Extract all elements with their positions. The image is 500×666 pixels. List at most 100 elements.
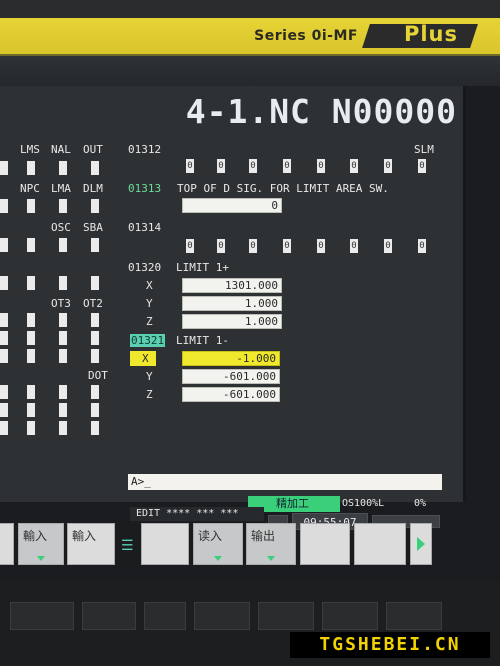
watermark: TGSHEBEI.CN xyxy=(290,632,490,658)
softkey-indicator xyxy=(214,556,222,561)
cnc-screen: 4-1.NC N00000 LMS NAL OUT NPC LMA DLM OS… xyxy=(0,86,466,502)
softkey-next[interactable] xyxy=(410,523,432,565)
bit-cell xyxy=(59,199,67,213)
softkey-input-1[interactable]: 輸入 xyxy=(18,523,64,565)
bit-cell[interactable]: 0 xyxy=(186,239,194,253)
hardware-key xyxy=(322,602,378,630)
label-npc: NPC xyxy=(20,182,40,195)
value-field-01321-x[interactable]: -1.000 xyxy=(182,351,280,366)
bit-cell[interactable]: 0 xyxy=(217,159,225,173)
bit-cell xyxy=(91,313,99,327)
softkey-label: 读入 xyxy=(198,529,223,543)
bit-cell xyxy=(91,161,99,175)
label-osc: OSC xyxy=(51,221,71,234)
value-field-01321-y[interactable]: -601.000 xyxy=(182,369,280,384)
bit-cell xyxy=(91,421,99,435)
bit-cell[interactable]: 0 xyxy=(186,159,194,173)
bit-cell xyxy=(91,276,99,290)
hardware-key xyxy=(386,602,442,630)
hardware-key xyxy=(194,602,250,630)
softkey-blank[interactable] xyxy=(141,523,189,565)
top-bezel xyxy=(0,0,500,18)
param-number: 01312 xyxy=(128,143,162,156)
bit-cell xyxy=(59,238,67,252)
bit-cell xyxy=(27,385,35,399)
hardware-key xyxy=(10,602,74,630)
bit-cell xyxy=(0,199,8,213)
bit-cell xyxy=(59,161,67,175)
bit-cell xyxy=(0,403,8,417)
bit-cell xyxy=(0,385,8,399)
label-lma: LMA xyxy=(51,182,71,195)
softkey-blank[interactable] xyxy=(354,523,406,565)
bit-cell[interactable]: 0 xyxy=(384,159,392,173)
bit-cell xyxy=(91,349,99,363)
bit-cell xyxy=(0,161,8,175)
bit-cell[interactable]: 0 xyxy=(249,159,257,173)
axis-label: Z xyxy=(146,388,153,401)
bit-cell xyxy=(0,421,8,435)
bit-cell xyxy=(59,421,67,435)
bit-cell xyxy=(0,238,8,252)
bit-cell xyxy=(27,161,35,175)
bit-cell[interactable]: 0 xyxy=(317,159,325,173)
param-description: LIMIT 1+ xyxy=(176,261,229,274)
label-nal: NAL xyxy=(51,143,71,156)
axis-label: Y xyxy=(146,297,153,310)
bit-cell xyxy=(27,349,35,363)
bit-cell[interactable]: 0 xyxy=(283,159,291,173)
label-dlm: DLM xyxy=(83,182,103,195)
key-input-line[interactable]: A>_ xyxy=(128,474,442,490)
bit-cell xyxy=(0,349,8,363)
value-field-01320-x[interactable]: 1301.000 xyxy=(182,278,282,293)
edit-status: EDIT **** *** *** xyxy=(130,507,264,521)
axis-label: Z xyxy=(146,315,153,328)
series-bar: Series 0i-MF Plus xyxy=(0,18,500,56)
bit-cell xyxy=(0,331,8,345)
program-title: 4-1.NC N00000 xyxy=(185,92,457,131)
softkey-page-icon: ☰ xyxy=(121,538,134,554)
chevron-right-icon xyxy=(417,537,425,551)
softkey-indicator xyxy=(37,556,45,561)
bit-cell[interactable]: 0 xyxy=(384,239,392,253)
bit-cell[interactable]: 0 xyxy=(317,239,325,253)
bit-cell xyxy=(59,331,67,345)
bit-cell xyxy=(59,385,67,399)
bit-cell xyxy=(91,403,99,417)
bit-cell xyxy=(59,403,67,417)
bit-cell[interactable]: 0 xyxy=(283,239,291,253)
value-field-01313[interactable]: 0 xyxy=(182,198,282,213)
value-field-01320-z[interactable]: 1.000 xyxy=(182,314,282,329)
softkey-label: 輸入 xyxy=(23,529,48,543)
bit-cell xyxy=(27,276,35,290)
param-number: 01320 xyxy=(128,261,162,274)
param-number: 01314 xyxy=(128,221,162,234)
value-field-01321-z[interactable]: -601.000 xyxy=(182,387,280,402)
label-lms: LMS xyxy=(20,143,40,156)
bit-cell[interactable]: 0 xyxy=(350,239,358,253)
bit-cell xyxy=(27,238,35,252)
bit-cell xyxy=(0,276,8,290)
override-status: OS100%L xyxy=(342,498,385,509)
softkey-partial[interactable] xyxy=(0,523,14,565)
softkey-output[interactable]: 输出 xyxy=(246,523,296,565)
bit-cell[interactable]: 0 xyxy=(350,159,358,173)
softkey-blank[interactable] xyxy=(300,523,350,565)
bit-cell[interactable]: 0 xyxy=(418,239,426,253)
bit-cell xyxy=(27,199,35,213)
bit-cell xyxy=(59,349,67,363)
param-number-active: 01313 xyxy=(128,182,162,195)
hardware-key xyxy=(258,602,314,630)
label-sba: SBA xyxy=(83,221,103,234)
softkey-read[interactable]: 读入 xyxy=(193,523,243,565)
bit-cell[interactable]: 0 xyxy=(418,159,426,173)
series-label: Series 0i-MF xyxy=(254,28,358,44)
axis-label: Y xyxy=(146,370,153,383)
softkey-input-2[interactable]: 輸入 xyxy=(67,523,115,565)
softkey-label: 输出 xyxy=(251,529,276,543)
bit-cell[interactable]: 0 xyxy=(249,239,257,253)
bit-cell xyxy=(91,238,99,252)
bit-cell[interactable]: 0 xyxy=(217,239,225,253)
param-description: LIMIT 1- xyxy=(176,334,229,347)
value-field-01320-y[interactable]: 1.000 xyxy=(182,296,282,311)
